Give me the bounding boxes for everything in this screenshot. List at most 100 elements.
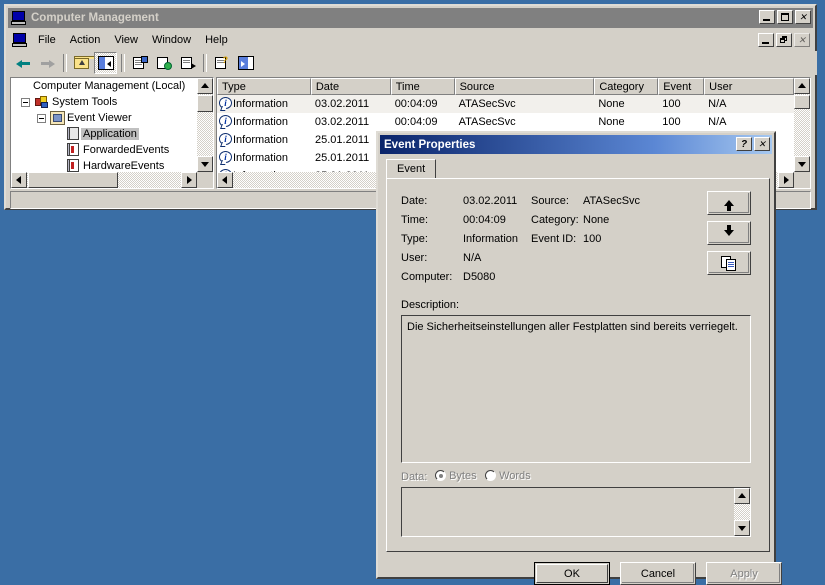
help-button[interactable]: ?: [210, 52, 233, 74]
description-label: Description:: [401, 299, 460, 311]
log-warn-icon: [67, 159, 81, 172]
user-value: N/A: [463, 252, 482, 264]
back-button[interactable]: [12, 52, 35, 74]
console-tree[interactable]: Computer Management (Local) System Tools…: [10, 77, 214, 189]
expander-minus-icon[interactable]: [21, 97, 30, 107]
cell-event: 100: [662, 98, 681, 110]
menu-item-window[interactable]: Window: [145, 32, 198, 48]
tree-horizontal-scrollbar[interactable]: [11, 172, 197, 188]
main-title-bar[interactable]: Computer Management ✕: [8, 8, 813, 28]
menu-item-action[interactable]: Action: [63, 32, 108, 48]
column-header-source[interactable]: Source: [454, 78, 595, 95]
copy-button[interactable]: [707, 251, 751, 275]
scroll-left-button[interactable]: [217, 172, 233, 188]
cell-date: 03.02.2011: [314, 116, 370, 128]
scroll-down-button[interactable]: [734, 520, 750, 536]
information-icon: i: [219, 115, 233, 129]
dialog-caption-buttons: ? ✕: [736, 137, 770, 151]
cell-time: 00:04:09: [394, 116, 438, 128]
column-header-user[interactable]: User: [704, 78, 794, 95]
tree-node-event-viewer[interactable]: Event Viewer: [11, 110, 197, 126]
column-header-event[interactable]: Event: [658, 78, 705, 95]
description-textbox[interactable]: Die Sicherheitseinstellungen aller Festp…: [401, 315, 751, 463]
column-header-date[interactable]: Date: [310, 78, 391, 95]
toolbar-separator: [203, 54, 207, 72]
list-vertical-scrollbar[interactable]: [794, 78, 810, 172]
time-label: Time:: [401, 214, 429, 226]
category-label: Category:: [531, 214, 579, 226]
data-option-bytes[interactable]: Bytes: [435, 470, 477, 482]
tree-node-label: Event Viewer: [67, 112, 132, 124]
tree-pane-icon: [97, 56, 114, 70]
tree-node-forwardedevents[interactable]: ForwardedEvents: [11, 142, 197, 158]
export-list-icon: [180, 56, 196, 70]
arrow-down-icon: [724, 225, 734, 236]
cell-category: None: [598, 116, 625, 128]
scroll-up-button[interactable]: [734, 488, 750, 504]
tree-node-computer-management[interactable]: Computer Management (Local): [11, 78, 197, 94]
column-header-type[interactable]: Type: [217, 78, 311, 95]
dialog-help-button[interactable]: ?: [736, 137, 752, 151]
menu-item-view[interactable]: View: [107, 32, 145, 48]
user-label: User:: [401, 252, 428, 264]
forward-button[interactable]: [36, 52, 59, 74]
table-row[interactable]: i Information 03.02.2011 00:04:09 ATASec…: [217, 95, 794, 113]
properties-icon: [132, 56, 148, 70]
scroll-down-button[interactable]: [794, 156, 810, 172]
toolbar-separator: [121, 54, 125, 72]
toolbar: ?: [8, 51, 817, 75]
up-folder-icon: [73, 56, 96, 70]
scroll-thumb[interactable]: [28, 172, 118, 188]
source-label: Source:: [531, 195, 569, 207]
scroll-right-button[interactable]: [778, 172, 794, 188]
scroll-left-button[interactable]: [11, 172, 27, 188]
scroll-up-button[interactable]: [794, 78, 810, 94]
mdi-close-button[interactable]: ✕: [794, 33, 810, 47]
refresh-button[interactable]: [152, 52, 175, 74]
next-event-button[interactable]: [707, 221, 751, 245]
tree-vertical-scrollbar[interactable]: [197, 78, 213, 172]
tree-node-application[interactable]: Application: [11, 126, 197, 142]
dialog-close-button[interactable]: ✕: [754, 137, 770, 151]
window-caption-buttons: ✕: [759, 10, 811, 24]
tree-nodes: Computer Management (Local) System Tools…: [11, 78, 197, 172]
scrollbar-corner: [197, 172, 213, 188]
table-row[interactable]: i Information 03.02.2011 00:04:09 ATASec…: [217, 113, 794, 131]
scope-pane: Computer Management (Local) System Tools…: [10, 77, 214, 189]
tree-node-system-tools[interactable]: System Tools: [11, 94, 197, 110]
properties-button[interactable]: [128, 52, 151, 74]
minimize-button[interactable]: [759, 10, 775, 24]
data-vertical-scrollbar[interactable]: [734, 488, 750, 536]
cell-user: N/A: [708, 98, 727, 110]
tree-node-hardwareevents[interactable]: HardwareEvents: [11, 158, 197, 172]
mdi-minimize-button[interactable]: [758, 33, 774, 47]
close-button[interactable]: ✕: [795, 10, 811, 24]
tab-event[interactable]: Event: [386, 159, 437, 178]
tree-node-label: System Tools: [52, 96, 118, 108]
previous-event-button[interactable]: [707, 191, 751, 215]
mdi-restore-button[interactable]: [776, 33, 792, 47]
data-textbox[interactable]: [401, 487, 751, 537]
column-header-category[interactable]: Category: [594, 78, 659, 95]
scroll-thumb[interactable]: [197, 95, 213, 112]
radio-bytes-label: Bytes: [449, 470, 477, 482]
expander-minus-icon[interactable]: [37, 113, 46, 123]
show-action-pane-button[interactable]: [234, 52, 257, 74]
scroll-thumb[interactable]: [794, 95, 810, 109]
maximize-button[interactable]: [777, 10, 793, 24]
scroll-right-button[interactable]: [181, 172, 197, 188]
up-one-level-button[interactable]: [70, 52, 96, 74]
show-hide-tree-button[interactable]: [94, 52, 117, 74]
scroll-up-button[interactable]: [197, 78, 213, 94]
menu-item-file[interactable]: File: [31, 32, 63, 48]
scroll-down-button[interactable]: [197, 156, 213, 172]
export-list-button[interactable]: [176, 52, 199, 74]
menu-item-help[interactable]: Help: [198, 32, 235, 48]
dialog-title-bar[interactable]: Event Properties ? ✕: [380, 135, 772, 154]
tab-page-event: Date: 03.02.2011 Time: 00:04:09 Type: In…: [386, 178, 770, 552]
arrow-up-icon: [724, 200, 734, 211]
cell-type: Information: [233, 116, 289, 128]
column-header-time[interactable]: Time: [390, 78, 455, 95]
category-value: None: [583, 214, 610, 226]
data-option-words[interactable]: Words: [485, 470, 531, 482]
